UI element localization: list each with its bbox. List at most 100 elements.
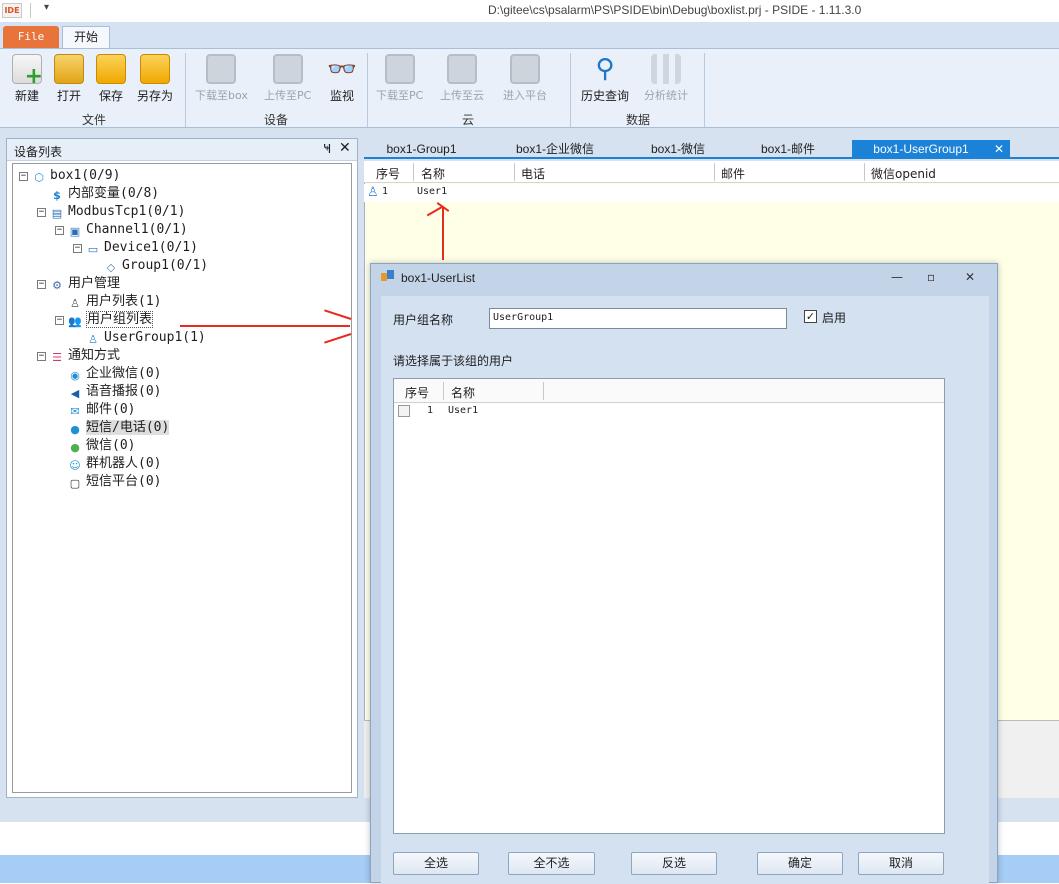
enter-platform-button[interactable]: 进入平台 bbox=[503, 54, 547, 103]
column-header-name[interactable]: 名称 bbox=[421, 165, 445, 182]
app-icon[interactable]: IDE bbox=[2, 3, 22, 18]
new-button[interactable]: 新建 bbox=[12, 54, 43, 104]
maximize-icon[interactable]: ▫ bbox=[927, 270, 935, 284]
analysis-button[interactable]: 分析统计 bbox=[644, 54, 688, 103]
monitor-button[interactable]: 👓 监视 bbox=[327, 54, 357, 104]
tree-node-sms-platform[interactable]: ▢ 短信平台(0) bbox=[67, 473, 162, 491]
save-button[interactable]: 保存 bbox=[96, 54, 126, 104]
table-row[interactable]: ♙ 1 User1 bbox=[364, 184, 1059, 202]
device-list-panel: 设备列表 Ҹ ✕ − − − − − − − ⬡ box1(0/9) $ 内部变量(… bbox=[6, 138, 358, 798]
tree-node-modbustcp[interactable]: ▤ ModbusTcp1(0/1) bbox=[49, 203, 186, 221]
collapse-toggle[interactable]: − bbox=[73, 244, 82, 253]
tree-node-sms-phone[interactable]: ● 短信/电话(0) bbox=[67, 419, 170, 437]
download-icon bbox=[206, 54, 237, 84]
dollar-icon: $ bbox=[53, 189, 61, 202]
group-name-input[interactable]: UserGroup1 bbox=[489, 308, 787, 329]
enable-checkbox[interactable]: ✓ bbox=[804, 310, 817, 323]
user-select-grid: 序号 名称 1 User1 bbox=[393, 378, 945, 834]
cancel-button[interactable]: 取消 bbox=[858, 852, 944, 875]
user-icon: ♙ bbox=[70, 297, 80, 310]
tree-node-channel[interactable]: ▣ Channel1(0/1) bbox=[67, 221, 188, 239]
tree-node-group[interactable]: ◇ Group1(0/1) bbox=[103, 257, 208, 275]
collapse-toggle[interactable]: − bbox=[37, 352, 46, 361]
collapse-toggle[interactable]: − bbox=[37, 208, 46, 217]
select-none-button[interactable]: 全不选 bbox=[508, 852, 595, 875]
invert-selection-button[interactable]: 反选 bbox=[631, 852, 717, 875]
tree-node-user-list[interactable]: ♙ 用户列表(1) bbox=[67, 293, 161, 311]
history-button[interactable]: ⚲ 历史查询 bbox=[581, 54, 629, 104]
collapse-toggle[interactable]: − bbox=[19, 172, 28, 181]
close-icon[interactable]: ✕ bbox=[339, 140, 351, 156]
new-file-icon bbox=[12, 54, 43, 89]
tree-node-internal-vars[interactable]: $ 内部变量(0/8) bbox=[49, 185, 159, 203]
upload-cloud-button[interactable]: 上传至云 bbox=[440, 54, 484, 103]
close-icon[interactable]: ✕ bbox=[965, 270, 975, 284]
upload-pc-label: 上传至PC bbox=[264, 89, 312, 102]
ribbon-separator bbox=[570, 53, 571, 127]
tree-node-group-robot[interactable]: ☺ 群机器人(0) bbox=[67, 455, 161, 473]
tab-box1-group1[interactable]: box1-Group1 bbox=[374, 140, 469, 159]
minimize-icon[interactable]: — bbox=[891, 270, 903, 284]
tab-box1-wechat[interactable]: box1-微信 bbox=[640, 140, 716, 159]
save-icon bbox=[96, 54, 126, 84]
tab-box1-wecom[interactable]: box1-企业微信 bbox=[504, 140, 606, 159]
tree-node-notifications[interactable]: ☰ 通知方式 bbox=[49, 347, 120, 365]
history-label: 历史查询 bbox=[581, 89, 630, 103]
save-as-button[interactable]: 另存为 bbox=[137, 54, 173, 104]
member-grid-header: 序号 名称 电话 邮件 微信openid bbox=[364, 161, 1059, 183]
row-checkbox[interactable] bbox=[398, 405, 410, 417]
tree-node-device[interactable]: ▭ Device1(0/1) bbox=[85, 239, 198, 257]
select-all-button[interactable]: 全选 bbox=[393, 852, 479, 875]
collapse-toggle[interactable]: − bbox=[55, 226, 64, 235]
dialog-app-icon bbox=[381, 270, 395, 284]
tree-node-label: 邮件(0) bbox=[86, 402, 136, 417]
collapse-toggle[interactable]: − bbox=[55, 316, 64, 325]
table-row[interactable]: 1 User1 bbox=[394, 404, 944, 420]
tree-node-label: UserGroup1(1) bbox=[104, 330, 206, 345]
robot-icon: ☺ bbox=[69, 459, 81, 472]
tree-node-user-group-list[interactable]: 👥 用户组列表 bbox=[67, 311, 154, 329]
tree-node-usergroup1[interactable]: ♙ UserGroup1(1) bbox=[85, 329, 206, 347]
tree-node-user-management[interactable]: ⚙ 用户管理 bbox=[49, 275, 120, 293]
close-tab-icon[interactable]: ✕ bbox=[994, 140, 1004, 159]
tab-box1-usergroup1[interactable]: box1-UserGroup1 ✕ bbox=[852, 140, 1010, 159]
column-header-phone[interactable]: 电话 bbox=[521, 165, 545, 182]
tree-node-wechat[interactable]: ● 微信(0) bbox=[67, 437, 135, 455]
quick-access-dropdown-icon[interactable]: ▾ bbox=[44, 2, 49, 13]
group-name-label: 用户组名称 bbox=[393, 313, 454, 327]
column-header-wechat-openid[interactable]: 微信openid bbox=[871, 165, 936, 182]
column-header-index[interactable]: 序号 bbox=[405, 384, 429, 401]
column-header-index[interactable]: 序号 bbox=[376, 165, 400, 182]
tree-node-wecom[interactable]: ◉ 企业微信(0) bbox=[67, 365, 161, 383]
download-icon bbox=[384, 54, 415, 84]
cube-icon: ⬡ bbox=[34, 171, 44, 184]
column-header-email[interactable]: 邮件 bbox=[721, 165, 745, 182]
tree-node-voice[interactable]: ◀ 语音播报(0) bbox=[67, 383, 162, 401]
download-box-label: 下载至box bbox=[195, 89, 248, 102]
ribbon-group-data-label: 数据 bbox=[626, 113, 651, 127]
open-button[interactable]: 打开 bbox=[54, 54, 84, 104]
collapse-toggle[interactable]: − bbox=[37, 280, 46, 289]
tab-home[interactable]: 开始 bbox=[62, 26, 110, 49]
select-users-label: 请选择属于该组的用户 bbox=[393, 354, 514, 368]
tree-node-label: Channel1(0/1) bbox=[86, 222, 188, 237]
ribbon-separator bbox=[367, 53, 368, 127]
tree-node-box1[interactable]: ⬡ box1(0/9) bbox=[31, 167, 120, 185]
notification-list-icon: ☰ bbox=[52, 351, 62, 364]
download-box-button[interactable]: 下载至box bbox=[195, 54, 248, 103]
upload-cloud-label: 上传至云 bbox=[440, 89, 484, 102]
tree-node-label: 用户组列表 bbox=[86, 311, 154, 328]
ok-button[interactable]: 确定 bbox=[757, 852, 843, 875]
column-header-name[interactable]: 名称 bbox=[451, 384, 475, 401]
tab-file[interactable]: File bbox=[3, 26, 59, 48]
pin-icon[interactable]: Ҹ bbox=[323, 142, 331, 156]
message-icon: ▢ bbox=[69, 477, 81, 490]
quick-access-separator bbox=[30, 3, 31, 18]
download-pc-button[interactable]: 下载至PC bbox=[376, 54, 423, 103]
annotation-arrow-line bbox=[180, 325, 350, 327]
tab-box1-email[interactable]: box1-邮件 bbox=[750, 140, 826, 159]
tree-node-email[interactable]: ✉ 邮件(0) bbox=[67, 401, 135, 419]
dialog-title: box1-UserList bbox=[401, 271, 476, 285]
tree-node-label: ModbusTcp1(0/1) bbox=[68, 204, 186, 219]
upload-pc-button[interactable]: 上传至PC bbox=[264, 54, 311, 103]
